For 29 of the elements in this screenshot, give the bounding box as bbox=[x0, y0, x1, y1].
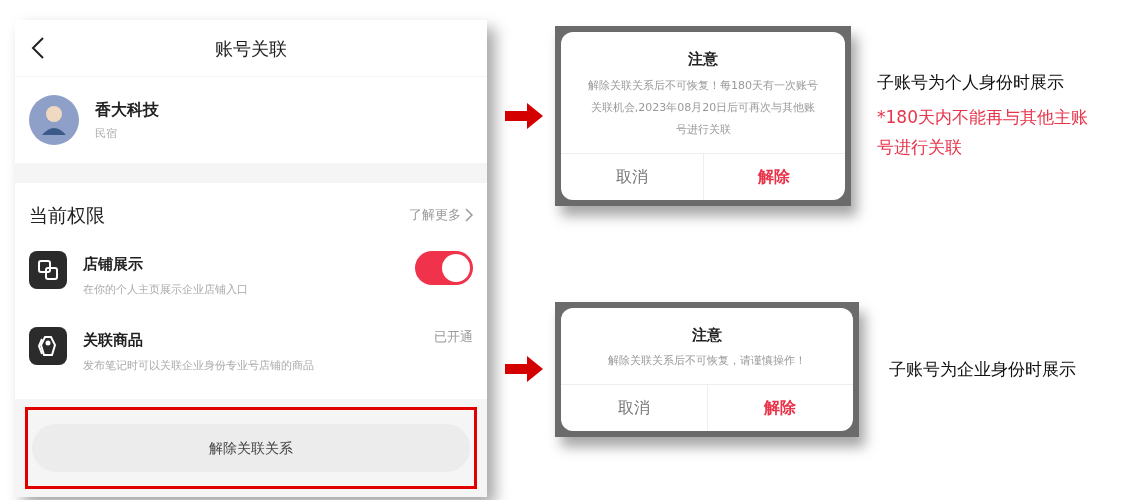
cancel-button[interactable]: 取消 bbox=[561, 385, 707, 431]
cancel-button[interactable]: 取消 bbox=[561, 153, 703, 200]
dialog-message: 解除关联关系后不可恢复！每180天有一次账号关联机会,2023年08月20日后可再次与其他账号进行关联 bbox=[587, 77, 819, 138]
right-arrow-icon bbox=[505, 356, 543, 383]
status-text: 已开通 bbox=[434, 328, 473, 346]
warning-text: *180天内不能再与其他主账号进行关联 bbox=[877, 105, 1089, 159]
chevron-right-icon bbox=[465, 208, 473, 222]
unlink-button[interactable]: 解除 bbox=[706, 385, 853, 431]
note-text: 子账号为个人身份时展示 bbox=[877, 71, 1065, 94]
section-title: 当前权限 bbox=[29, 202, 105, 228]
dialog-title: 注意 bbox=[688, 49, 718, 70]
account-name: 香大科技 bbox=[95, 98, 159, 121]
overlapping-squares-icon bbox=[29, 251, 67, 289]
tag-icon bbox=[29, 327, 67, 365]
permission-title: 关联商品 bbox=[83, 330, 144, 351]
right-arrow-icon bbox=[505, 102, 543, 129]
permission-description: 在你的个人主页展示企业店铺入口 bbox=[83, 281, 249, 298]
account-category: 民宿 bbox=[95, 125, 118, 142]
learn-more-link[interactable]: 了解更多 bbox=[409, 205, 473, 225]
dialog-message: 解除关联关系后不可恢复，请谨慎操作！ bbox=[607, 353, 807, 369]
avatar bbox=[29, 95, 79, 145]
unlink-relation-button[interactable]: 解除关联关系 bbox=[32, 424, 470, 472]
permission-description: 发布笔记时可以关联企业身份专业号店铺的商品 bbox=[83, 357, 315, 374]
dialog-title: 注意 bbox=[692, 324, 722, 346]
permission-title: 店铺展示 bbox=[83, 254, 144, 275]
page-title: 账号关联 bbox=[215, 36, 287, 61]
note-text: 子账号为企业身份时展示 bbox=[889, 357, 1076, 381]
toggle-switch[interactable] bbox=[415, 251, 473, 285]
unlink-button[interactable]: 解除 bbox=[702, 153, 845, 200]
